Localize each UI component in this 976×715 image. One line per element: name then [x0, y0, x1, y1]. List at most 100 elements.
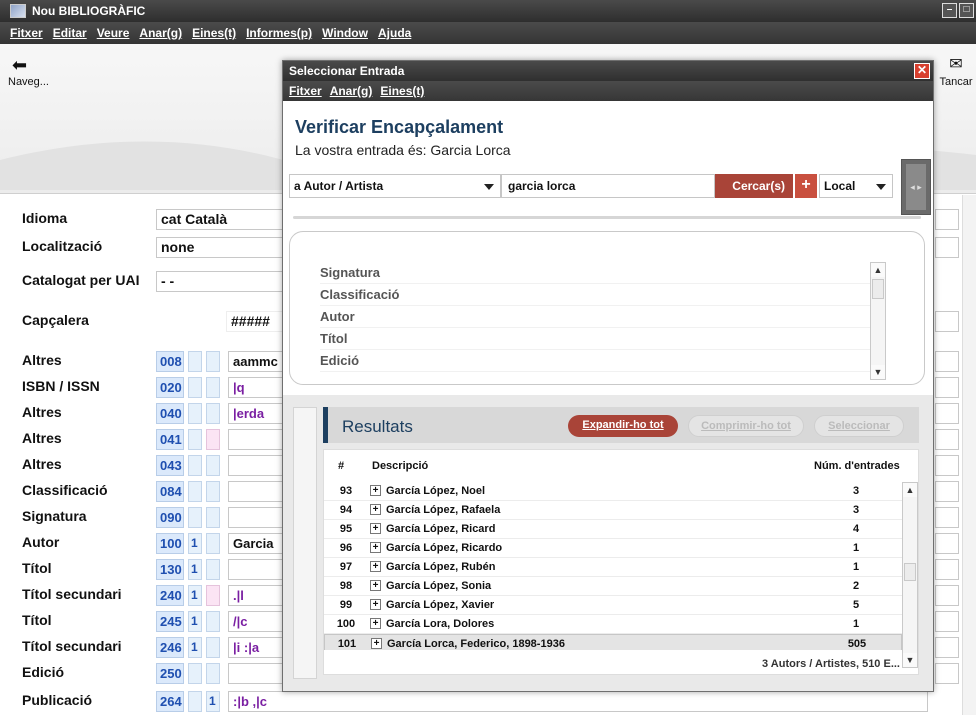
menu-window[interactable]: Window — [322, 26, 368, 40]
indicator-2[interactable] — [206, 559, 220, 580]
menu-anar[interactable]: Anar(g) — [139, 26, 182, 40]
subfield-field[interactable]: |erda — [228, 403, 288, 424]
right-field-box[interactable] — [935, 611, 959, 632]
expand-row-icon[interactable]: + — [370, 580, 381, 591]
right-field-box[interactable] — [935, 209, 959, 230]
menu-informes[interactable]: Informes(p) — [246, 26, 312, 40]
subfield-field[interactable] — [228, 559, 288, 580]
form-scrollbar[interactable] — [962, 195, 976, 715]
indicator-2[interactable] — [206, 507, 220, 528]
indicator-2[interactable] — [206, 481, 220, 502]
indicator-1[interactable] — [188, 691, 202, 712]
marc-tag[interactable]: 040 — [156, 403, 184, 424]
subfield-field[interactable] — [228, 507, 288, 528]
indicator-1[interactable] — [188, 455, 202, 476]
right-field-box[interactable] — [935, 533, 959, 554]
right-field-box[interactable] — [935, 481, 959, 502]
subfield-field[interactable] — [228, 429, 288, 450]
indicator-1[interactable] — [188, 351, 202, 372]
indicator-1[interactable]: 1 — [188, 533, 202, 554]
menu-fitxer[interactable]: Fitxer — [10, 26, 43, 40]
table-row[interactable]: 99 + García López, Xavier 5 — [324, 596, 902, 615]
subfield-field[interactable]: :|b ,|c — [228, 691, 928, 712]
list-item[interactable]: Títol — [320, 328, 870, 350]
indicator-2[interactable] — [206, 455, 220, 476]
marc-tag[interactable]: 264 — [156, 691, 184, 712]
subfield-field[interactable] — [228, 663, 288, 684]
marc-tag[interactable]: 090 — [156, 507, 184, 528]
scroll-down-icon[interactable]: ▼ — [903, 653, 917, 667]
subfield-field[interactable] — [228, 455, 288, 476]
menu-veure[interactable]: Veure — [97, 26, 130, 40]
right-field-box[interactable] — [935, 429, 959, 450]
indicator-2[interactable] — [206, 585, 220, 606]
minimize-button[interactable]: – — [942, 3, 957, 18]
expand-row-icon[interactable]: + — [370, 542, 381, 553]
indicator-1[interactable]: 1 — [188, 559, 202, 580]
indicator-2[interactable] — [206, 611, 220, 632]
scope-select[interactable]: Local — [819, 174, 893, 198]
scroll-down-icon[interactable]: ▼ — [871, 365, 885, 379]
table-row[interactable]: 96 + García López, Ricardo 1 — [324, 539, 902, 558]
right-field-box[interactable] — [935, 559, 959, 580]
field-list-scrollbar[interactable]: ▲ ▼ — [870, 262, 886, 380]
close-record-button[interactable]: ✉ Tancar — [936, 54, 976, 88]
expand-row-icon[interactable]: + — [370, 599, 381, 610]
indicator-2[interactable] — [206, 429, 220, 450]
marc-tag[interactable]: 245 — [156, 611, 184, 632]
scroll-thumb[interactable] — [872, 279, 884, 299]
indicator-1[interactable] — [188, 507, 202, 528]
expand-row-icon[interactable]: + — [371, 638, 382, 649]
right-field-box[interactable] — [935, 637, 959, 658]
marc-tag[interactable]: 130 — [156, 559, 184, 580]
menu-ajuda[interactable]: Ajuda — [378, 26, 411, 40]
subfield-field[interactable]: |i :|a — [228, 637, 288, 658]
menu-editar[interactable]: Editar — [53, 26, 87, 40]
maximize-button[interactable]: □ — [959, 3, 974, 18]
scroll-up-icon[interactable]: ▲ — [903, 483, 917, 497]
indicator-2[interactable] — [206, 637, 220, 658]
expand-all-button[interactable]: Expandir-ho tot — [568, 415, 678, 437]
marc-tag[interactable]: 240 — [156, 585, 184, 606]
indicator-1[interactable] — [188, 663, 202, 684]
indicator-1[interactable] — [188, 429, 202, 450]
indicator-1[interactable]: 1 — [188, 585, 202, 606]
marc-tag[interactable]: 084 — [156, 481, 184, 502]
table-row[interactable]: 98 + García López, Sonia 2 — [324, 577, 902, 596]
subfield-field[interactable]: .|l — [228, 585, 288, 606]
select-button[interactable]: Seleccionar — [814, 415, 904, 437]
list-item[interactable]: Signatura — [320, 262, 870, 284]
right-field-box[interactable] — [935, 507, 959, 528]
indicator-2[interactable] — [206, 403, 220, 424]
indicator-1[interactable] — [188, 403, 202, 424]
search-input[interactable]: garcia lorca — [501, 174, 715, 198]
dialog-menu-anar[interactable]: Anar(g) — [330, 84, 373, 98]
indicator-1[interactable] — [188, 481, 202, 502]
list-item[interactable]: Classificació — [320, 284, 870, 306]
collapse-all-button[interactable]: Comprimir-ho tot — [688, 415, 804, 437]
marc-tag[interactable]: 043 — [156, 455, 184, 476]
location-field[interactable]: none — [156, 237, 284, 258]
column-header-number[interactable]: # — [338, 460, 344, 472]
table-row[interactable]: 101 + García Lorca, Federico, 1898-1936 505 — [324, 634, 902, 650]
right-field-box[interactable] — [935, 455, 959, 476]
indicator-2[interactable]: 1 — [206, 691, 220, 712]
expand-row-icon[interactable]: + — [370, 523, 381, 534]
right-field-box[interactable] — [935, 311, 959, 332]
list-item[interactable]: Edició — [320, 350, 870, 372]
right-field-box[interactable] — [935, 237, 959, 258]
column-header-count[interactable]: Núm. d'entrades — [814, 460, 900, 472]
subfield-field[interactable]: Garcia — [228, 533, 288, 554]
scroll-up-icon[interactable]: ▲ — [871, 263, 885, 277]
marc-tag[interactable]: 041 — [156, 429, 184, 450]
subfield-field[interactable] — [228, 481, 288, 502]
menu-eines[interactable]: Eines(t) — [192, 26, 236, 40]
right-field-box[interactable] — [935, 585, 959, 606]
table-row[interactable]: 97 + García López, Rubén 1 — [324, 558, 902, 577]
search-button[interactable]: Cercar(s) — [715, 174, 793, 198]
table-row[interactable]: 100 + García Lora, Dolores 1 — [324, 615, 902, 634]
expand-row-icon[interactable]: + — [370, 561, 381, 572]
marc-tag[interactable]: 250 — [156, 663, 184, 684]
expand-row-icon[interactable]: + — [370, 504, 381, 515]
list-item[interactable]: Autor — [320, 306, 870, 328]
